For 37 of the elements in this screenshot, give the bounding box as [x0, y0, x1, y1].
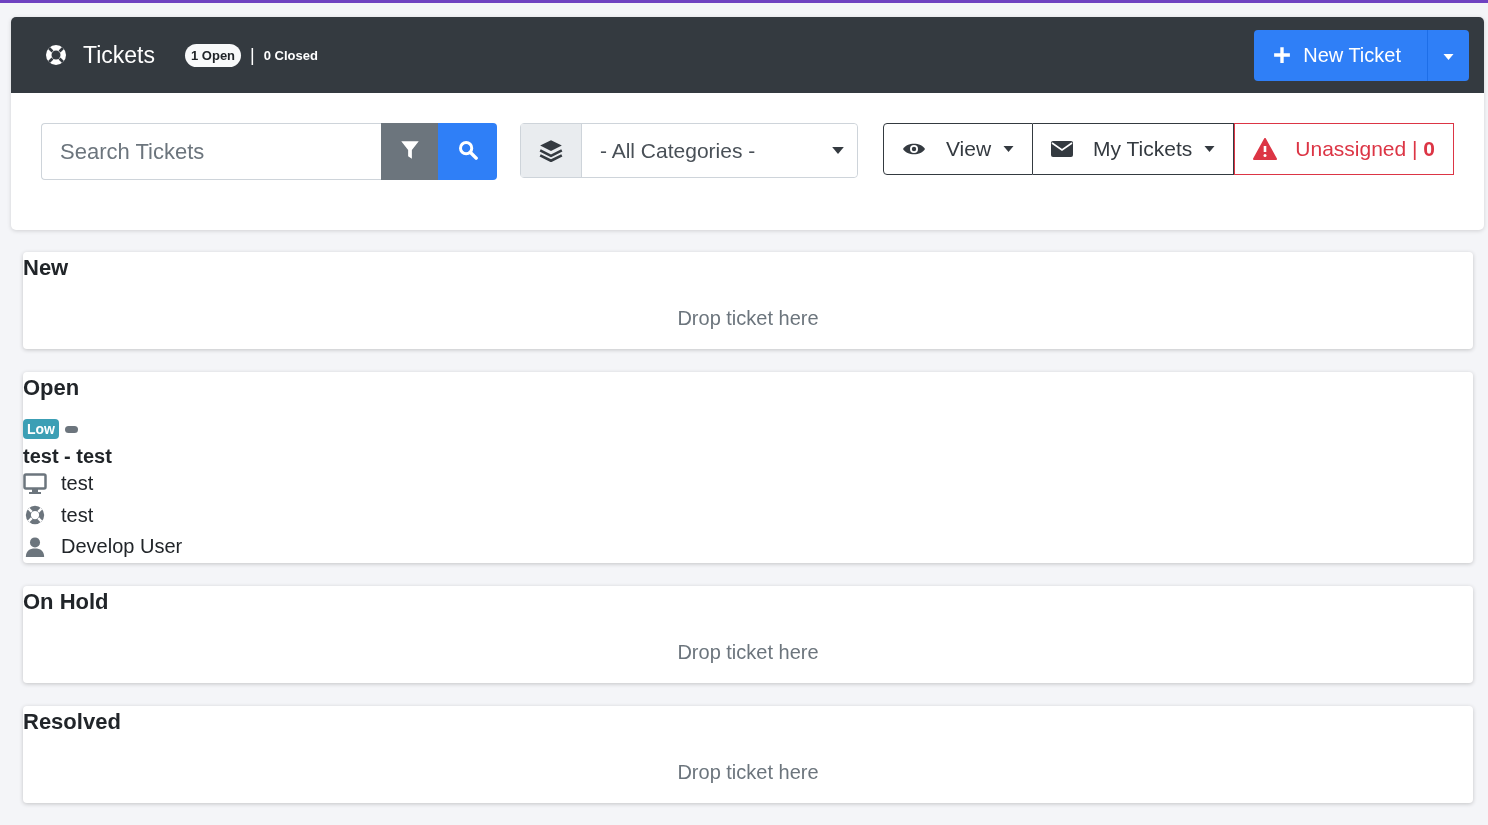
my-tickets-button[interactable]: My Tickets	[1033, 123, 1235, 175]
warning-icon	[1253, 138, 1278, 160]
ticket-field-text: Develop User	[61, 535, 183, 559]
lane-title: Open	[23, 374, 81, 401]
open-count: 1 Open	[185, 43, 242, 67]
lane-title: New	[23, 254, 70, 281]
filter-icon	[399, 140, 420, 160]
search-field[interactable]: Search Tickets	[41, 123, 381, 180]
count-separator: |	[250, 44, 255, 66]
page-title: Tickets	[83, 41, 155, 69]
lane-title: On Hold	[23, 587, 110, 615]
ticket-field-text: test	[61, 472, 94, 496]
closed-count: 0 Closed	[263, 47, 318, 63]
caret-icon	[1003, 146, 1015, 152]
user-icon	[23, 535, 47, 558]
status-pill-icon	[65, 425, 78, 433]
priority-badge: Low	[23, 419, 59, 439]
caret-icon	[1443, 53, 1454, 60]
new-ticket-button[interactable]: New Ticket	[1254, 29, 1427, 81]
drop-zone-text: Drop ticket here	[676, 639, 820, 665]
search-button[interactable]	[438, 123, 497, 180]
search-icon	[457, 140, 478, 160]
filter-button[interactable]	[381, 123, 438, 180]
lane-title: Resolved	[23, 707, 122, 735]
caret-icon	[1204, 146, 1216, 152]
view-button[interactable]: View	[882, 123, 1034, 175]
lifebuoy-icon	[44, 43, 68, 67]
monitor-icon	[23, 472, 47, 495]
ticket-field-text: test	[61, 503, 94, 527]
drop-zone-text: Drop ticket here	[676, 759, 820, 785]
drop-zone-text: Drop ticket here	[676, 306, 820, 331]
plus-icon	[1273, 46, 1292, 64]
envelope-icon	[1051, 141, 1074, 157]
unassigned-button[interactable]: Unassigned | 0	[1234, 123, 1454, 175]
dropdown-toggle[interactable]	[1427, 29, 1469, 81]
ticket-title[interactable]: test - test	[23, 445, 1473, 468]
eye-icon	[901, 141, 926, 157]
